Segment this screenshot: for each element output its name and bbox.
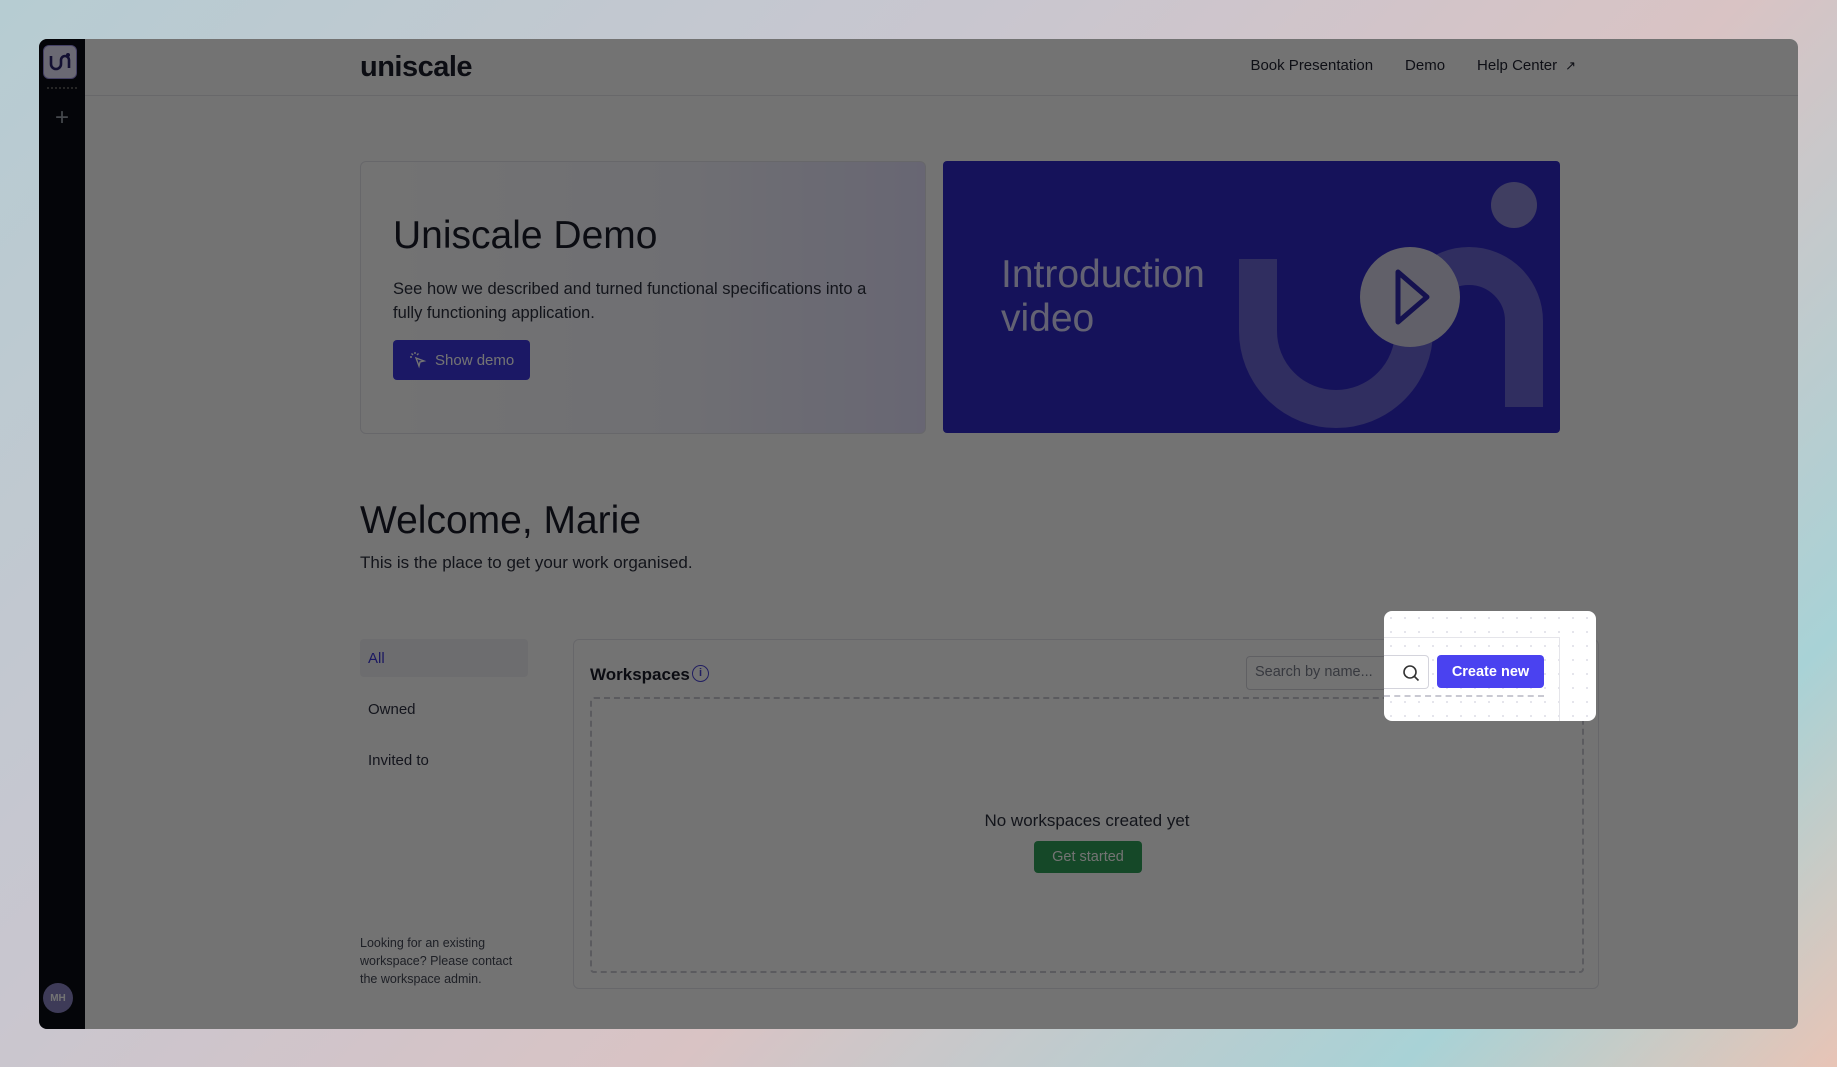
play-button [1360,247,1460,347]
nav-demo[interactable]: Demo [1405,57,1445,74]
video-title: Introduction video [1001,253,1205,340]
show-demo-button[interactable]: Show demo [393,340,531,380]
app-window: + MH uniscale Book Presentation Demo Hel… [39,39,1798,1029]
cursor-click-icon [410,352,427,369]
add-workspace-icon[interactable]: + [47,103,77,133]
top-nav: Book Presentation Demo Help Center ↗ [1250,57,1576,74]
demo-card: Uniscale Demo See how we described and t… [360,161,926,434]
nav-help-center-label: Help Center [1477,57,1558,74]
info-icon[interactable]: i [692,665,709,682]
nav-help-center[interactable]: Help Center ↗ [1477,57,1576,74]
spotlight-dashed-edge [1384,695,1544,697]
user-avatar[interactable]: MH [43,983,73,1013]
empty-state: No workspaces created yet Get started [590,697,1584,973]
demo-description: See how we described and turned function… [393,280,867,322]
get-started-button[interactable]: Get started [1034,841,1142,873]
top-bar: uniscale Book Presentation Demo Help Cen… [85,39,1798,96]
main-content: uniscale Book Presentation Demo Help Cen… [85,39,1798,1029]
create-new-button-highlighted[interactable]: Create new [1437,655,1544,688]
welcome-title: Welcome, Marie [360,499,642,542]
workspaces-title: Workspaces [590,665,690,684]
workspace-logo-button[interactable] [43,45,77,79]
left-rail: + MH [39,39,85,1029]
filter-all[interactable]: All [360,639,528,677]
nav-book-presentation[interactable]: Book Presentation [1250,57,1373,74]
uni-logo-icon [49,53,71,71]
welcome-subtitle: This is the place to get your work organ… [360,553,693,572]
arrow-up-right-icon: ↗ [1565,58,1576,73]
intro-video-card[interactable]: Introduction video [943,161,1560,433]
empty-state-text: No workspaces created yet [984,811,1190,830]
filter-note: Looking for an existing workspace? Pleas… [360,936,513,986]
rail-divider [47,87,77,89]
tour-spotlight: Create new [1384,611,1596,721]
filter-owned[interactable]: Owned [360,690,528,728]
workspace-filter: All Owned Invited to [360,639,528,792]
filter-invited[interactable]: Invited to [360,741,528,779]
search-icon[interactable] [1402,664,1420,682]
demo-title: Uniscale Demo [393,214,658,257]
show-demo-label: Show demo [435,351,515,369]
spotlight-search [1384,655,1429,689]
brand-logo: uniscale [360,51,473,83]
